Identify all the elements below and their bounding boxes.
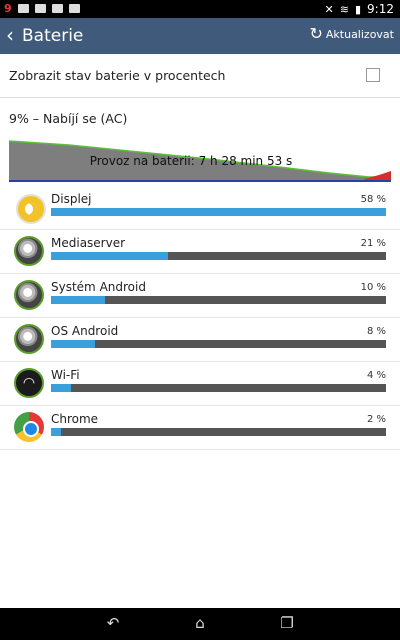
usage-bar bbox=[51, 428, 386, 436]
setting-label: Zobrazit stav baterie v procentech bbox=[9, 68, 226, 83]
usage-percent: 8 % bbox=[366, 326, 386, 337]
usage-percent: 21 % bbox=[360, 238, 386, 249]
usage-bar bbox=[51, 208, 386, 216]
android-gear-icon bbox=[14, 280, 44, 310]
usage-name: Mediaserver bbox=[51, 236, 126, 250]
notification-count: 9 bbox=[4, 2, 12, 15]
usage-item-wifi[interactable]: ◠ Wi-Fi 4 % bbox=[0, 362, 400, 406]
usage-percent: 4 % bbox=[366, 370, 386, 381]
battery-percentage-checkbox[interactable] bbox=[366, 68, 380, 82]
battery-percentage-setting[interactable]: Zobrazit stav baterie v procentech bbox=[0, 55, 400, 98]
navigation-bar: ↶ ⌂ ❐ bbox=[0, 608, 400, 640]
mail-icon bbox=[17, 4, 29, 13]
refresh-icon: ↻ bbox=[309, 24, 323, 43]
battery-time-label: Provoz na baterii: 7 h 28 min 53 s bbox=[89, 154, 293, 168]
usage-name: Displej bbox=[51, 192, 92, 206]
recent-apps-icon[interactable]: ❐ bbox=[278, 615, 296, 631]
display-icon bbox=[16, 194, 46, 224]
usage-item-os-android[interactable]: OS Android 8 % bbox=[0, 318, 400, 362]
usage-bar bbox=[51, 296, 386, 304]
usage-item-displej[interactable]: Displej 58 % bbox=[0, 186, 400, 230]
refresh-button[interactable]: ↻ Aktualizovat bbox=[309, 26, 394, 42]
usage-bar bbox=[51, 340, 386, 348]
usage-name: OS Android bbox=[51, 324, 119, 338]
usage-bar-fill bbox=[51, 428, 62, 436]
back-icon[interactable]: ‹ bbox=[6, 24, 14, 46]
usage-item-chrome[interactable]: Chrome 2 % bbox=[0, 406, 400, 450]
usage-bar-fill bbox=[51, 208, 386, 216]
image-icon bbox=[34, 4, 46, 13]
usage-item-system-android[interactable]: Systém Android 10 % bbox=[0, 274, 400, 318]
usage-name: Chrome bbox=[51, 412, 99, 426]
wifi-icon: ◠ bbox=[14, 368, 44, 398]
usage-percent: 2 % bbox=[366, 414, 386, 425]
no-signal-icon: ✕ bbox=[324, 2, 334, 16]
android-gear-icon bbox=[14, 324, 44, 354]
download-icon bbox=[68, 4, 80, 13]
usage-bar-fill bbox=[51, 384, 72, 392]
home-icon[interactable]: ⌂ bbox=[191, 615, 209, 631]
chrome-icon bbox=[14, 412, 44, 442]
graph-low-segment bbox=[364, 171, 391, 181]
page-title: Baterie bbox=[22, 26, 84, 46]
refresh-label: Aktualizovat bbox=[325, 27, 394, 41]
usage-item-mediaserver[interactable]: Mediaserver 21 % bbox=[0, 230, 400, 274]
usage-bar bbox=[51, 252, 386, 260]
usage-name: Systém Android bbox=[51, 280, 146, 294]
usage-bar-fill bbox=[51, 340, 95, 348]
app-bar: ‹ Baterie ↻ Aktualizovat bbox=[0, 18, 400, 54]
system-icons: ✕ ≋ ▮ 9:12 bbox=[325, 2, 394, 16]
usage-bar-fill bbox=[51, 252, 169, 260]
clock: 9:12 bbox=[367, 2, 394, 16]
usage-percent: 10 % bbox=[360, 282, 386, 293]
usage-percent: 58 % bbox=[360, 194, 386, 205]
usage-bar bbox=[51, 384, 386, 392]
usage-bar-fill bbox=[51, 296, 105, 304]
notification-icons: 9 bbox=[4, 2, 80, 15]
usage-list: Displej 58 % Mediaserver 21 % Systém And… bbox=[0, 186, 400, 450]
wifi-icon: ≋ bbox=[339, 2, 349, 16]
usage-name: Wi-Fi bbox=[51, 368, 80, 382]
image-icon bbox=[51, 4, 63, 13]
android-gear-icon bbox=[14, 236, 44, 266]
battery-status: 9% – Nabíjí se (AC) bbox=[9, 111, 128, 126]
back-nav-icon[interactable]: ↶ bbox=[104, 615, 122, 631]
battery-icon: ▮ bbox=[354, 2, 362, 16]
status-bar: 9 ✕ ≋ ▮ 9:12 bbox=[0, 0, 400, 18]
